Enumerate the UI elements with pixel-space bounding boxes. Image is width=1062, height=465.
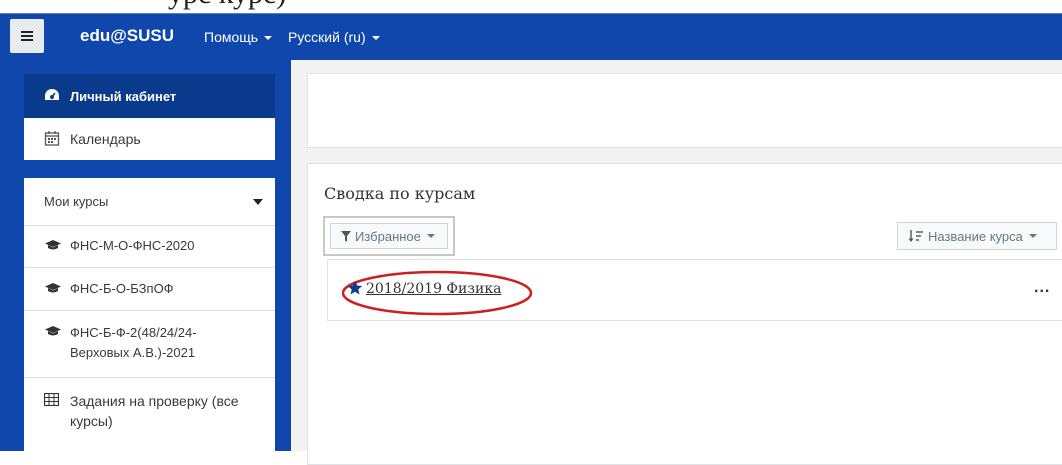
help-menu[interactable]: Помощь	[204, 29, 273, 45]
filter-icon	[341, 230, 351, 242]
graduation-cap-icon	[44, 282, 62, 297]
sort-button-label: Название курса	[928, 228, 1023, 244]
calendar-label: Календарь	[70, 131, 141, 147]
fragment-text: урс курс)	[168, 0, 286, 9]
calendar-icon	[44, 130, 62, 149]
caret-down-icon	[264, 36, 273, 41]
filter-button-highlight: Избранное	[323, 216, 455, 256]
dashboard-label: Личный кабинет	[70, 88, 177, 104]
caret-down-icon	[426, 234, 435, 238]
language-menu[interactable]: Русский (ru)	[288, 29, 380, 45]
my-courses-block: Мои курсы ФНС-М-О-ФНС-2020 ФНС-Б-О-БЗпОФ…	[24, 178, 275, 451]
drawer-toggle-button[interactable]	[10, 19, 44, 53]
course-item[interactable]: ФНС-Б-Ф-2(48/24/24-Верховых А.В.)-2021	[24, 311, 275, 378]
course-item-label: ФНС-Б-Ф-2(48/24/24-Верховых А.В.)-2021	[70, 325, 197, 360]
assignments-link[interactable]: Задания на проверку (все курсы)	[24, 379, 275, 443]
course-item[interactable]: ФНС-М-О-ФНС-2020	[24, 225, 275, 268]
filter-button-label: Избранное	[355, 228, 421, 244]
caret-down-icon	[371, 36, 380, 41]
course-item[interactable]: ФНС-Б-О-БЗпОФ	[24, 268, 275, 311]
table-icon	[43, 392, 62, 409]
course-item-label: ФНС-М-О-ФНС-2020	[70, 238, 195, 253]
caret-down-icon	[253, 199, 263, 205]
filter-button[interactable]: Избранное	[330, 223, 448, 249]
caret-down-icon	[1028, 234, 1037, 238]
navbar: edu@SUSU Помощь Русский (ru)	[0, 13, 1062, 60]
course-name-link[interactable]: 2018/2019 Физика	[366, 281, 501, 297]
site-brand[interactable]: edu@SUSU	[80, 26, 174, 46]
course-item-label: ФНС-Б-О-БЗпОФ	[70, 281, 174, 296]
my-courses-header[interactable]: Мои курсы	[24, 178, 275, 226]
graduation-cap-icon	[44, 325, 62, 340]
dashboard-icon	[44, 88, 62, 105]
hamburger-icon	[21, 31, 33, 41]
course-overview-title: Сводка по курсам	[324, 184, 476, 203]
empty-card	[307, 73, 1062, 148]
drawer-item-calendar[interactable]: Календарь	[24, 118, 275, 160]
document-text-fragment: урс курс)	[0, 0, 1062, 10]
course-actions-menu[interactable]: ...	[1034, 279, 1050, 297]
help-menu-label: Помощь	[204, 29, 259, 45]
sort-icon	[908, 230, 923, 242]
sort-button[interactable]: Название курса	[897, 222, 1057, 250]
star-icon[interactable]	[347, 280, 363, 296]
language-menu-label: Русский (ru)	[288, 29, 366, 45]
assignments-label: Задания на проверку (все курсы)	[70, 393, 239, 429]
graduation-cap-icon	[44, 239, 62, 254]
my-courses-heading: Мои курсы	[44, 194, 109, 209]
drawer-item-dashboard[interactable]: Личный кабинет	[24, 74, 275, 118]
